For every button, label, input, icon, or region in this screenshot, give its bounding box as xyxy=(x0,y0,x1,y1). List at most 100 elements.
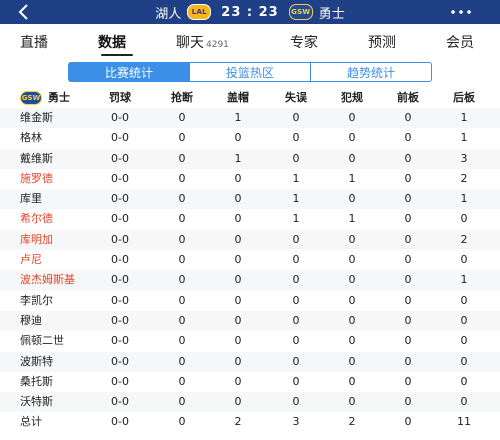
column-header[interactable]: 罚球 xyxy=(100,88,140,108)
more-options-icon[interactable] xyxy=(450,6,472,18)
player-name[interactable]: 总计 xyxy=(20,412,42,432)
stat-cell: 0 xyxy=(404,395,412,409)
stat-cell: 1 xyxy=(292,212,300,226)
stat-cell: 0 xyxy=(292,253,300,267)
player-name[interactable]: 佩顿二世 xyxy=(20,331,64,351)
table-row[interactable]: 波斯特 0-0 0 0 0 0 0 0 xyxy=(0,351,500,372)
column-header[interactable]: 犯规 xyxy=(332,88,372,108)
stat-cell: 0 xyxy=(348,273,356,287)
table-row[interactable]: 维金斯 0-0 0 1 0 0 0 1 xyxy=(0,108,500,129)
stat-cell: 0 xyxy=(460,334,468,348)
stat-cell: 0 xyxy=(292,354,300,368)
segment-shot-chart[interactable]: 投篮热区 xyxy=(189,63,310,81)
tab-label: 数据 xyxy=(98,35,126,51)
stat-cell: 0 xyxy=(234,131,242,145)
segment-trend-stats[interactable]: 趋势统计 xyxy=(310,63,431,81)
table-row[interactable]: 波杰姆斯基 0-0 0 0 0 0 0 1 xyxy=(0,270,500,291)
player-name[interactable]: 维金斯 xyxy=(20,108,53,128)
player-name[interactable]: 李凯尔 xyxy=(20,291,53,311)
stat-cell: 0 xyxy=(178,151,186,165)
column-header[interactable]: 前板 xyxy=(388,88,428,108)
tab-chat[interactable]: 聊天 4291 xyxy=(176,32,229,52)
column-header[interactable]: 后板 xyxy=(444,88,484,108)
game-score: 23 : 23 xyxy=(221,4,279,20)
table-row[interactable]: 穆迪 0-0 0 0 0 0 0 0 xyxy=(0,310,500,332)
stat-cell: 1 xyxy=(234,151,242,165)
stat-cell: 0 xyxy=(460,374,468,388)
stat-cell: 0-0 xyxy=(111,293,129,307)
stat-cell: 0 xyxy=(292,111,300,124)
table-header: GSW 勇士 罚球 抢断 盖帽 失误 犯规 前板 后板 xyxy=(0,88,500,108)
stat-cell: 0 xyxy=(234,293,242,307)
tab-live[interactable]: 直播 xyxy=(20,32,48,52)
player-name[interactable]: 波杰姆斯基 xyxy=(20,270,75,290)
stat-cell: 3 xyxy=(460,151,468,165)
stat-cell: 0 xyxy=(404,212,412,226)
stat-cell: 0 xyxy=(292,334,300,348)
player-name[interactable]: 沃特斯 xyxy=(20,392,53,412)
player-name[interactable]: 库明加 xyxy=(20,230,53,250)
player-name[interactable]: 施罗德 xyxy=(20,169,53,189)
stat-cell: 0 xyxy=(348,293,356,307)
stat-cell: 0 xyxy=(348,334,356,348)
player-name[interactable]: 戴维斯 xyxy=(20,149,53,169)
tab-prediction[interactable]: 预测 xyxy=(368,32,396,52)
table-row[interactable]: 库里 0-0 0 0 1 0 0 1 xyxy=(0,189,500,210)
stat-cell: 0-0 xyxy=(111,192,129,206)
player-name[interactable]: 卢尼 xyxy=(20,250,42,270)
active-tab-indicator xyxy=(101,54,133,56)
stat-cell: 2 xyxy=(234,415,242,429)
table-row[interactable]: 格林 0-0 0 0 0 0 0 1 xyxy=(0,128,500,148)
stat-cell: 0 xyxy=(234,232,242,246)
tab-membership[interactable]: 会员 xyxy=(446,32,474,52)
stat-cell: 0-0 xyxy=(111,395,129,409)
tab-label: 直播 xyxy=(20,35,48,51)
stat-cell: 0-0 xyxy=(111,273,129,287)
stat-cell: 1 xyxy=(460,111,468,124)
column-header[interactable]: 失误 xyxy=(276,88,316,108)
stat-cell: 1 xyxy=(348,171,356,185)
table-row[interactable]: 佩顿二世 0-0 0 0 0 0 0 0 xyxy=(0,331,500,351)
table-row[interactable]: 李凯尔 0-0 0 0 0 0 0 0 xyxy=(0,291,500,311)
table-row[interactable]: 施罗德 0-0 0 0 1 1 0 2 xyxy=(0,169,500,189)
player-name[interactable]: 格林 xyxy=(20,128,42,148)
tab-data[interactable]: 数据 xyxy=(98,32,126,52)
stat-cell: 0 xyxy=(178,313,186,327)
stat-cell: 0 xyxy=(234,273,242,287)
stat-cell: 1 xyxy=(234,111,242,124)
column-header[interactable]: 盖帽 xyxy=(218,88,258,108)
player-name[interactable]: 波斯特 xyxy=(20,352,53,372)
stat-cell: 1 xyxy=(460,131,468,145)
table-row[interactable]: 总计 0-0 0 2 3 2 0 11 xyxy=(0,412,500,432)
stat-cell: 0-0 xyxy=(111,232,129,246)
stat-cell: 2 xyxy=(460,232,468,246)
table-row[interactable]: 桑托斯 0-0 0 0 0 0 0 0 xyxy=(0,372,500,392)
player-stats-table: GSW 勇士 罚球 抢断 盖帽 失误 犯规 前板 后板 维金斯 0-0 0 1 0 0 0 1 格林 0-0 0… xyxy=(0,88,500,433)
table-row[interactable]: 库明加 0-0 0 0 0 0 0 2 xyxy=(0,229,500,251)
away-team-logo: GSW xyxy=(288,4,313,20)
stat-cell: 1 xyxy=(460,273,468,287)
column-header[interactable]: 抢断 xyxy=(162,88,202,108)
segment-game-stats[interactable]: 比赛统计 xyxy=(69,63,189,81)
table-row[interactable]: 希尔德 0-0 0 0 1 1 0 0 xyxy=(0,209,500,229)
stat-cell: 0 xyxy=(234,313,242,327)
stat-cell: 0 xyxy=(348,192,356,206)
table-row[interactable]: 戴维斯 0-0 0 1 0 0 0 3 xyxy=(0,148,500,169)
stat-cell: 0 xyxy=(178,395,186,409)
stat-cell: 0 xyxy=(404,192,412,206)
player-name[interactable]: 桑托斯 xyxy=(20,372,53,392)
stat-cell: 0-0 xyxy=(111,354,129,368)
stat-cell: 0-0 xyxy=(111,111,129,124)
stat-cell: 0 xyxy=(460,253,468,267)
stat-cell: 0 xyxy=(178,334,186,348)
player-name[interactable]: 希尔德 xyxy=(20,209,53,229)
stat-cell: 1 xyxy=(292,171,300,185)
tab-experts[interactable]: 专家 xyxy=(290,32,318,52)
player-name[interactable]: 穆迪 xyxy=(20,311,42,331)
table-row[interactable]: 卢尼 0-0 0 0 0 0 0 0 xyxy=(0,250,500,270)
stat-cell: 0 xyxy=(348,151,356,165)
stat-cell: 0 xyxy=(178,212,186,226)
table-row[interactable]: 沃特斯 0-0 0 0 0 0 0 0 xyxy=(0,392,500,413)
player-name[interactable]: 库里 xyxy=(20,189,42,209)
stat-cell: 0 xyxy=(234,253,242,267)
